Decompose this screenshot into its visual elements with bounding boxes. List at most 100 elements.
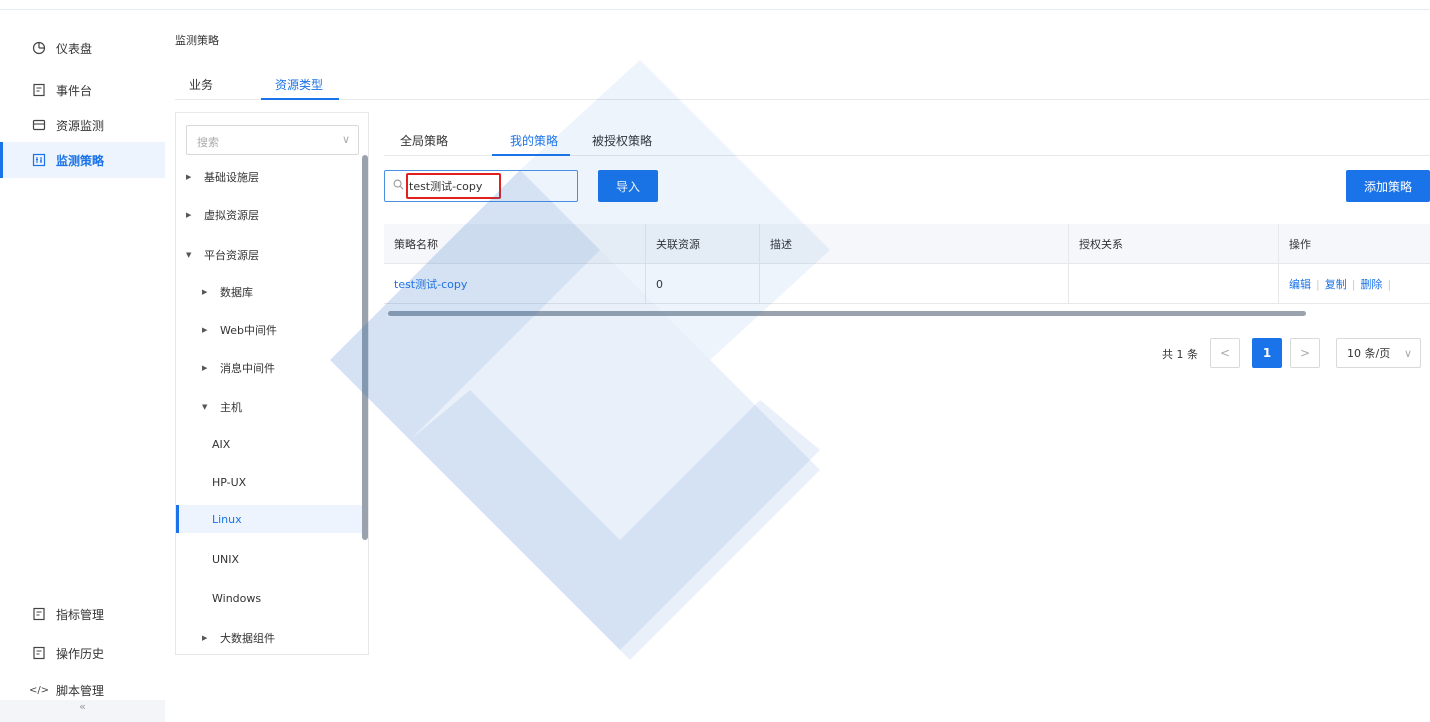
tree-node-label: AIX (212, 437, 231, 451)
pagination-total: 共 1 条 (1162, 348, 1198, 361)
copy-link[interactable]: 复制 (1325, 276, 1347, 292)
tree-node-label: Linux (212, 512, 242, 526)
tree-node[interactable]: ▶ Web中间件 (176, 316, 368, 344)
col-header: 操作 (1289, 238, 1311, 251)
caret-right-icon: ▶ (202, 364, 208, 372)
tab-global-strategy[interactable]: 全局策略 (400, 132, 448, 149)
tree-node-label: 基础设施层 (204, 171, 259, 184)
tree-node[interactable]: HP-UX (176, 468, 368, 496)
prev-page-button[interactable]: < (1210, 338, 1240, 368)
caret-right-icon: ▶ (186, 211, 192, 219)
cell-resources: 0 (646, 264, 760, 304)
tree-scrollbar[interactable] (362, 155, 368, 540)
app-root: 仪表盘 事件台 资源监测 监测策略 指标管理 操作历史 </> 脚本管理 « 监… (0, 0, 1430, 722)
tab-my-strategy[interactable]: 我的策略 (510, 132, 558, 149)
tree-node-label: Web中间件 (220, 324, 277, 337)
caret-right-icon: ▶ (202, 634, 208, 642)
caret-right-icon: ▶ (202, 326, 208, 334)
tree-node[interactable]: ▶ 大数据组件 (176, 624, 368, 652)
sidebar: 仪表盘 事件台 资源监测 监测策略 指标管理 操作历史 </> 脚本管理 (0, 10, 165, 722)
tab-active-indicator (261, 98, 339, 100)
strategy-icon (32, 153, 46, 167)
table-horizontal-scrollbar[interactable] (388, 311, 1306, 316)
history-icon (32, 646, 46, 660)
tab-active-indicator (492, 154, 570, 156)
col-header: 授权关系 (1069, 224, 1279, 264)
tree-node[interactable]: AIX (176, 430, 368, 458)
chevron-down-icon: ∨ (341, 133, 350, 146)
col-header: 策略名称 (384, 224, 646, 264)
sidebar-item-resource-monitor[interactable]: 资源监测 (0, 107, 165, 143)
divider: | (1316, 277, 1320, 291)
sidebar-item-events[interactable]: 事件台 (0, 72, 165, 108)
tree-node-label: Windows (212, 591, 262, 605)
tab-resource-type[interactable]: 资源类型 (275, 76, 323, 93)
strategy-name-link[interactable]: test测试-copy (394, 276, 467, 292)
caret-down-icon: ▼ (202, 403, 208, 411)
tree-search-select[interactable]: 搜索 ∨ (186, 125, 359, 155)
cell-desc (760, 264, 1069, 304)
add-strategy-button[interactable]: 添加策略 (1346, 170, 1430, 202)
edit-link[interactable]: 编辑 (1289, 276, 1311, 292)
resource-tabs: 业务 资源类型 (175, 66, 1430, 100)
next-page-button[interactable]: > (1290, 338, 1320, 368)
tree-node-label: 大数据组件 (220, 632, 275, 645)
divider: | (1351, 277, 1356, 291)
sidebar-item-strategy[interactable]: 监测策略 (0, 142, 165, 178)
cell-name: test测试-copy (384, 264, 646, 304)
strategy-search (384, 170, 578, 202)
tree-node-label: 消息中间件 (220, 362, 275, 375)
code-icon: </> (28, 684, 50, 696)
sidebar-item-history[interactable]: 操作历史 (0, 635, 165, 671)
tree-node[interactable]: ▶ 虚拟资源层 (176, 201, 368, 229)
import-button[interactable]: 导入 (598, 170, 658, 202)
delete-link[interactable]: 删除 (1360, 276, 1382, 292)
tree-node-label: UNIX (212, 552, 240, 566)
metrics-icon (32, 607, 46, 621)
dashboard-icon (32, 41, 46, 55)
collapse-icon: « (79, 700, 86, 713)
tree-search-placeholder: 搜索 (197, 136, 219, 149)
col-header: 关联资源 (646, 224, 760, 264)
sidebar-item-label: 监测策略 (56, 153, 105, 168)
tree-node[interactable]: ▼ 平台资源层 (176, 241, 368, 269)
strategy-tabs: 全局策略 我的策略 被授权策略 (384, 122, 1430, 156)
breadcrumb: 监测策略 (175, 34, 219, 47)
resource-tree-panel: 搜索 ∨ ▶ 基础设施层 ▶ 虚拟资源层 ▼ 平台资源层 ▶ 数据库 ▶ Web中间件 ▶… (175, 112, 369, 655)
tree-node-label: HP-UX (212, 475, 247, 489)
sidebar-item-dashboard[interactable]: 仪表盘 (0, 30, 165, 66)
search-icon (393, 179, 404, 193)
col-header: 描述 (760, 224, 1069, 264)
page-size-select[interactable]: 10 条/页 ∨ (1336, 338, 1421, 368)
cell-auth (1069, 264, 1279, 304)
top-divider (0, 9, 1430, 10)
sidebar-item-label: 指标管理 (56, 607, 105, 622)
sidebar-collapse-button[interactable]: « (0, 700, 165, 722)
tree-node[interactable]: ▶ 消息中间件 (176, 354, 368, 382)
tree-node[interactable]: ▼ 主机 (176, 393, 368, 421)
tab-authorized-strategy[interactable]: 被授权策略 (592, 132, 652, 149)
page-number-button[interactable]: 1 (1252, 338, 1282, 368)
sidebar-item-label: 资源监测 (56, 118, 105, 133)
sidebar-item-metrics[interactable]: 指标管理 (0, 596, 165, 632)
search-input[interactable] (409, 175, 569, 197)
sidebar-item-label: 脚本管理 (56, 683, 105, 698)
tree-node-label: 平台资源层 (204, 249, 259, 262)
caret-right-icon: ▶ (202, 288, 208, 296)
tree-node[interactable]: ▶ 数据库 (176, 278, 368, 306)
tree-node-label: 数据库 (220, 286, 253, 299)
tree-node-label: 主机 (220, 401, 242, 414)
tree-node[interactable]: UNIX (176, 545, 368, 573)
tree-node-selected[interactable]: Linux (176, 505, 368, 533)
monitor-icon (32, 118, 46, 132)
tree-node-label: 虚拟资源层 (204, 209, 259, 222)
cell-actions: 编辑 | 复制 | 删除 | (1279, 264, 1430, 304)
sidebar-item-label: 仪表盘 (56, 41, 93, 56)
caret-right-icon: ▶ (186, 173, 192, 181)
tree-node[interactable]: ▶ 基础设施层 (176, 163, 368, 191)
table-row: test测试-copy 0 编辑 | 复制 | 删除 | (384, 264, 1430, 304)
sidebar-item-label: 操作历史 (56, 646, 105, 661)
tree-node[interactable]: Windows (176, 584, 368, 612)
tab-business[interactable]: 业务 (189, 76, 213, 93)
table-header: 策略名称 关联资源 描述 授权关系 操作 (384, 224, 1430, 264)
